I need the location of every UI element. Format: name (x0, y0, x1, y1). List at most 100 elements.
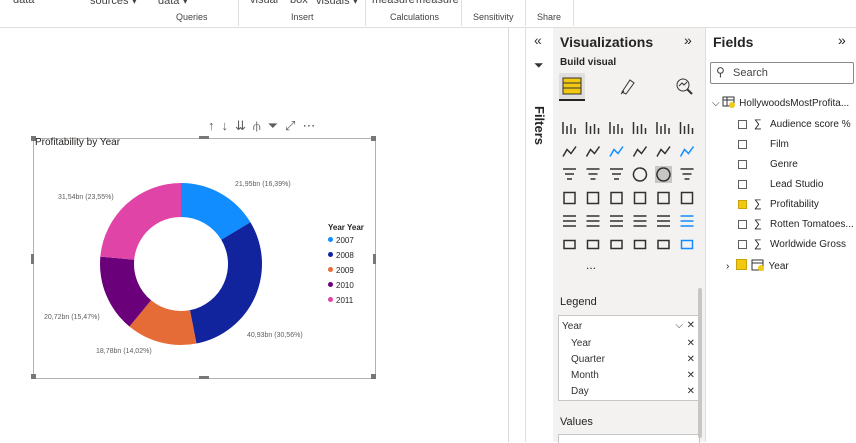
table-node[interactable]: ⌵ HollywoodsMostProfita... (712, 96, 849, 109)
sigma-icon: ∑ (754, 118, 762, 130)
clustered-column-icon[interactable] (632, 119, 649, 136)
pie-icon[interactable] (632, 166, 649, 183)
line-column-icon[interactable] (632, 143, 649, 160)
remove-subfield-icon[interactable]: ✕ (687, 370, 695, 381)
line-icon[interactable] (561, 143, 578, 160)
legend-well[interactable]: Year ⌵ ✕ Year ✕ Quarter ✕ Month ✕ Day ✕ (558, 315, 700, 401)
data-label-2011: 31,54bn (23,55%) (58, 194, 114, 201)
pane-scrollbar[interactable] (698, 288, 702, 438)
field-year-hierarchy[interactable]: › Year (726, 259, 789, 272)
legend-subfield: Year (571, 338, 592, 349)
checkbox[interactable] (738, 120, 747, 129)
power-apps-icon[interactable] (632, 237, 649, 254)
table-icon (722, 96, 736, 108)
python-visual-icon[interactable] (632, 213, 649, 230)
data-label-2007: 21,95bn (16,39%) (235, 181, 291, 188)
checkbox[interactable] (738, 240, 747, 249)
decomposition-icon[interactable] (679, 213, 696, 230)
chevron-down-icon[interactable]: ⌵ (675, 320, 683, 331)
scatter-icon[interactable] (608, 166, 625, 183)
gauge-icon[interactable] (608, 190, 625, 207)
field-name: Profitability (770, 199, 819, 210)
sigma-icon: ∑ (754, 238, 762, 250)
legend-subfield: Day (571, 386, 589, 397)
expand-right-icon[interactable]: » (838, 32, 846, 48)
donut-icon[interactable] (655, 166, 672, 183)
visualizations-pane: Visualizations » Build visual ... Legend… (553, 28, 705, 443)
stacked-column-icon[interactable] (585, 119, 602, 136)
qna-icon[interactable] (561, 237, 578, 254)
donut-slice-2008[interactable] (189, 222, 262, 344)
chevron-right-icon[interactable]: › (726, 261, 729, 272)
kpi-icon[interactable] (679, 190, 696, 207)
sigma-icon: ∑ (754, 198, 762, 210)
legend-subfield: Month (571, 370, 599, 381)
legend-item-2011[interactable]: 2011 (328, 296, 353, 305)
remove-subfield-icon[interactable]: ✕ (687, 338, 695, 349)
filters-pane-collapsed[interactable]: « ⏷ Filters (525, 28, 555, 442)
field-name: Worldwide Gross (770, 239, 846, 250)
sigma-icon: ∑ (754, 218, 762, 230)
legend-field-year[interactable]: Year (562, 321, 582, 332)
remove-subfield-icon[interactable]: ✕ (687, 354, 695, 365)
key-influencers-icon[interactable] (655, 213, 672, 230)
fields-title: Fields (713, 34, 754, 50)
stacked-area-icon[interactable] (608, 143, 625, 160)
table-name: HollywoodsMostProfita... (739, 98, 850, 109)
collapse-left-icon[interactable]: « (534, 32, 542, 48)
values-well-label: Values (560, 416, 593, 428)
legend-well-label: Legend (560, 296, 597, 308)
filters-label[interactable]: Filters (532, 106, 547, 145)
legend-item-2008[interactable]: 2008 (328, 251, 354, 260)
waterfall-icon[interactable] (561, 166, 578, 183)
smart-narrative-icon[interactable] (585, 237, 602, 254)
table-icon[interactable] (585, 213, 602, 230)
r-visual-icon[interactable] (608, 213, 625, 230)
fields-pane: Fields » ⚲ Search ⌵ HollywoodsMostProfit… (705, 28, 856, 442)
line-clustered-icon[interactable] (655, 143, 672, 160)
treemap-icon[interactable] (679, 166, 696, 183)
legend-title: Year Year (328, 223, 364, 232)
paginated-icon[interactable] (608, 237, 625, 254)
chevron-expanded-icon[interactable]: ⌵ (712, 98, 720, 109)
map-icon[interactable] (561, 190, 578, 207)
search-placeholder: Search (733, 67, 768, 79)
visual-type-gallery[interactable] (553, 28, 705, 288)
stacked-bar-icon[interactable] (561, 119, 578, 136)
card-icon[interactable] (632, 190, 649, 207)
checkbox[interactable] (738, 220, 747, 229)
search-input[interactable]: ⚲ Search (710, 62, 854, 84)
checkbox-checked[interactable] (736, 259, 748, 270)
checkbox[interactable] (738, 180, 747, 189)
slicer-icon[interactable] (561, 213, 578, 230)
100-bar-icon[interactable] (655, 119, 672, 136)
group-share: Share (537, 12, 562, 22)
power-automate-icon[interactable] (655, 237, 672, 254)
checkbox[interactable] (738, 160, 747, 169)
data-label-2008: 40,93bn (30,56%) (247, 332, 303, 339)
data-label-2010: 20,72bn (15,47%) (44, 314, 100, 321)
remove-subfield-icon[interactable]: ✕ (687, 386, 695, 397)
field-name: Genre (770, 159, 798, 170)
checkbox[interactable] (738, 140, 747, 149)
100-column-icon[interactable] (679, 119, 696, 136)
field-name: Lead Studio (770, 179, 824, 190)
search-icon: ⚲ (716, 65, 725, 79)
legend-item-2009[interactable]: 2009 (328, 266, 354, 275)
legend-subfield: Quarter (571, 354, 605, 365)
area-icon[interactable] (585, 143, 602, 160)
field-name: Audience score % (770, 119, 851, 130)
filled-map-icon[interactable] (585, 190, 602, 207)
clustered-bar-icon[interactable] (608, 119, 625, 136)
donut-chart (100, 183, 262, 345)
funnel-icon[interactable] (585, 166, 602, 183)
filter-icon: ⏷ (534, 58, 544, 72)
checkbox-checked[interactable] (738, 200, 747, 209)
multi-row-card-icon[interactable] (655, 190, 672, 207)
ribbon-icon[interactable] (679, 143, 696, 160)
legend-item-2007[interactable]: 2007 (328, 236, 354, 245)
legend-item-2010[interactable]: 2010 (328, 281, 354, 290)
diamond-icon[interactable] (679, 237, 696, 254)
remove-field-icon[interactable]: ✕ (687, 320, 695, 331)
more-visuals-icon[interactable]: ... (586, 258, 596, 272)
